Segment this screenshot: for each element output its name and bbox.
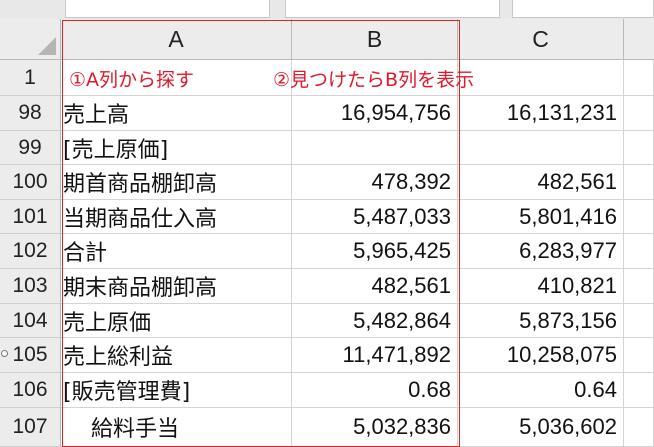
cell-c[interactable]: 10,258,075 (458, 338, 624, 373)
table-row: ①A列から探す ②見つけたらB列を表示 (61, 60, 654, 96)
row-header[interactable]: 102 (0, 234, 61, 269)
select-all-corner[interactable] (0, 19, 61, 60)
cell-d[interactable] (624, 373, 654, 408)
table-row: 期末商品棚卸高 482,561 410,821 (61, 269, 654, 304)
table-row: 売上総利益 11,471,892 10,258,075 (61, 338, 654, 373)
cell-d[interactable] (624, 234, 654, 269)
cell-b[interactable]: 478,392 (292, 165, 458, 200)
cell-a[interactable]: 期末商品棚卸高 (61, 269, 292, 304)
cell-b[interactable]: 11,471,892 (292, 338, 458, 373)
row-header[interactable]: 104 (0, 304, 61, 338)
column-header-d[interactable] (624, 19, 654, 60)
row-header[interactable]: 103 (0, 269, 61, 304)
cell-b[interactable]: 5,965,425 (292, 234, 458, 269)
cell-c[interactable]: 16,131,231 (458, 96, 624, 131)
cell-c1[interactable] (458, 60, 624, 96)
cell-c[interactable] (458, 131, 624, 165)
row-header[interactable]: 107 (0, 408, 61, 447)
cell-a[interactable]: [販売管理費] (61, 373, 292, 408)
cell-b[interactable]: 0.68 (292, 373, 458, 408)
row-header[interactable]: 100 (0, 165, 61, 200)
cell-b[interactable]: 5,032,836 (292, 408, 458, 447)
toolbar-field[interactable] (285, 0, 500, 18)
cell-d[interactable] (624, 96, 654, 131)
table-row: 当期商品仕入高 5,487,033 5,801,416 (61, 200, 654, 234)
column-header-b[interactable]: B (292, 19, 458, 60)
cell-a[interactable]: 売上総利益 (61, 338, 292, 373)
cell-d[interactable] (624, 131, 654, 165)
row-header[interactable]: 98 (0, 96, 61, 131)
formula-bar-strip (0, 0, 654, 19)
cell-a[interactable]: 売上高 (61, 96, 292, 131)
table-row: [売上原価] (61, 131, 654, 165)
table-row: [販売管理費] 0.68 0.64 (61, 373, 654, 408)
table-row: 合計 5,965,425 6,283,977 (61, 234, 654, 269)
toolbar-field[interactable] (512, 0, 654, 18)
row-header[interactable]: 99 (0, 131, 61, 165)
cell-c[interactable]: 0.64 (458, 373, 624, 408)
cell-d1[interactable] (624, 60, 654, 96)
spreadsheet-grid: A B C 1 ①A列から探す ②見つけたらB列を表示 98 売上高 16,95… (0, 19, 654, 447)
cell-c[interactable]: 410,821 (458, 269, 624, 304)
cell-c[interactable]: 5,873,156 (458, 304, 624, 338)
cell-a[interactable]: 合計 (61, 234, 292, 269)
cell-c[interactable]: 5,801,416 (458, 200, 624, 234)
cell-c[interactable]: 5,036,602 (458, 408, 624, 447)
column-header-a[interactable]: A (61, 19, 292, 60)
cell-d[interactable] (624, 200, 654, 234)
cell-d[interactable] (624, 338, 654, 373)
cell-a[interactable]: 当期商品仕入高 (61, 200, 292, 234)
cell-b[interactable]: 5,487,033 (292, 200, 458, 234)
row-header[interactable]: 101 (0, 200, 61, 234)
annotation-search-column-a: ①A列から探す (69, 68, 195, 91)
row-resize-handle-icon[interactable] (1, 350, 8, 357)
cell-b[interactable]: 482,561 (292, 269, 458, 304)
cell-c[interactable]: 482,561 (458, 165, 624, 200)
row-header[interactable]: 105 (0, 338, 61, 373)
row-header[interactable]: 106 (0, 373, 61, 408)
table-row: 期首商品棚卸高 478,392 482,561 (61, 165, 654, 200)
table-row: 売上高 16,954,756 16,131,231 (61, 96, 654, 131)
cell-a[interactable]: 給料手当 (61, 408, 292, 447)
annotation-show-column-b: ②見つけたらB列を表示 (273, 68, 475, 91)
table-row: 給料手当 5,032,836 5,036,602 (61, 408, 654, 447)
cell-b[interactable]: 5,482,864 (292, 304, 458, 338)
row-header[interactable]: 1 (0, 60, 61, 96)
cell-d[interactable] (624, 408, 654, 447)
cell-d[interactable] (624, 269, 654, 304)
toolbar-field[interactable] (65, 0, 270, 18)
select-all-triangle-icon[interactable] (38, 37, 56, 55)
cell-c[interactable]: 6,283,977 (458, 234, 624, 269)
cell-d[interactable] (624, 304, 654, 338)
cell-d[interactable] (624, 165, 654, 200)
cell-a[interactable]: 売上原価 (61, 304, 292, 338)
cell-a[interactable]: [売上原価] (61, 131, 292, 165)
column-header-c[interactable]: C (458, 19, 624, 60)
cell-a[interactable]: 期首商品棚卸高 (61, 165, 292, 200)
table-row: 売上原価 5,482,864 5,873,156 (61, 304, 654, 338)
cell-b[interactable]: 16,954,756 (292, 96, 458, 131)
cell-b[interactable] (292, 131, 458, 165)
